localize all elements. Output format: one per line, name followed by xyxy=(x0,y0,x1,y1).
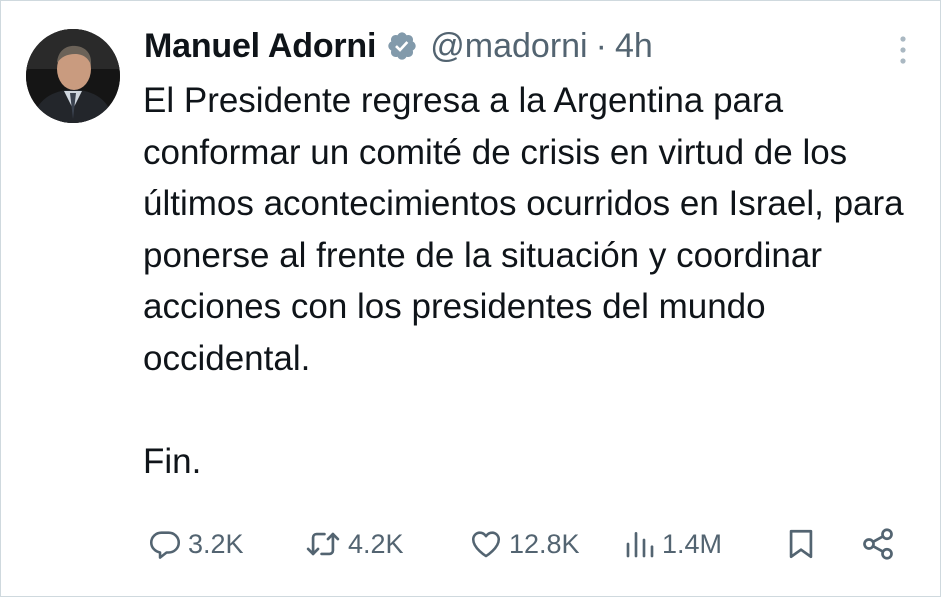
separator-dot: · xyxy=(595,26,607,65)
tweet-header: Manuel Adorni @madorni · 4h xyxy=(144,23,653,69)
tweet-actions-bar: 3.2K 4.2K 12.8K 1.4M xyxy=(144,519,904,569)
reply-icon xyxy=(149,531,181,559)
views-icon xyxy=(626,532,654,558)
author-handle[interactable]: @madorni xyxy=(430,27,587,66)
like-count: 12.8K xyxy=(509,528,580,559)
tweet-text: El Presidente regresa a la Argentina par… xyxy=(143,81,904,481)
more-options-icon[interactable] xyxy=(895,33,911,67)
tweet-timestamp[interactable]: 4h xyxy=(615,27,653,66)
reply-button[interactable]: 3.2K xyxy=(148,519,244,569)
tweet-card: Manuel Adorni @madorni · 4h El President… xyxy=(0,0,941,597)
like-button[interactable]: 12.8K xyxy=(469,519,580,569)
share-icon xyxy=(863,528,893,560)
heart-icon xyxy=(471,531,501,558)
reply-count: 3.2K xyxy=(188,528,244,559)
bookmark-button[interactable] xyxy=(784,519,818,569)
retweet-icon xyxy=(306,532,340,556)
bookmark-icon xyxy=(789,529,813,559)
views-button[interactable]: 1.4M xyxy=(624,519,722,569)
share-button[interactable] xyxy=(860,519,896,569)
avatar-image xyxy=(26,29,120,123)
retweet-button[interactable]: 4.2K xyxy=(304,519,404,569)
retweet-count: 4.2K xyxy=(348,528,404,559)
author-name[interactable]: Manuel Adorni xyxy=(144,27,376,66)
views-count: 1.4M xyxy=(662,528,723,559)
avatar[interactable] xyxy=(26,29,120,123)
verified-badge-icon xyxy=(388,32,416,60)
